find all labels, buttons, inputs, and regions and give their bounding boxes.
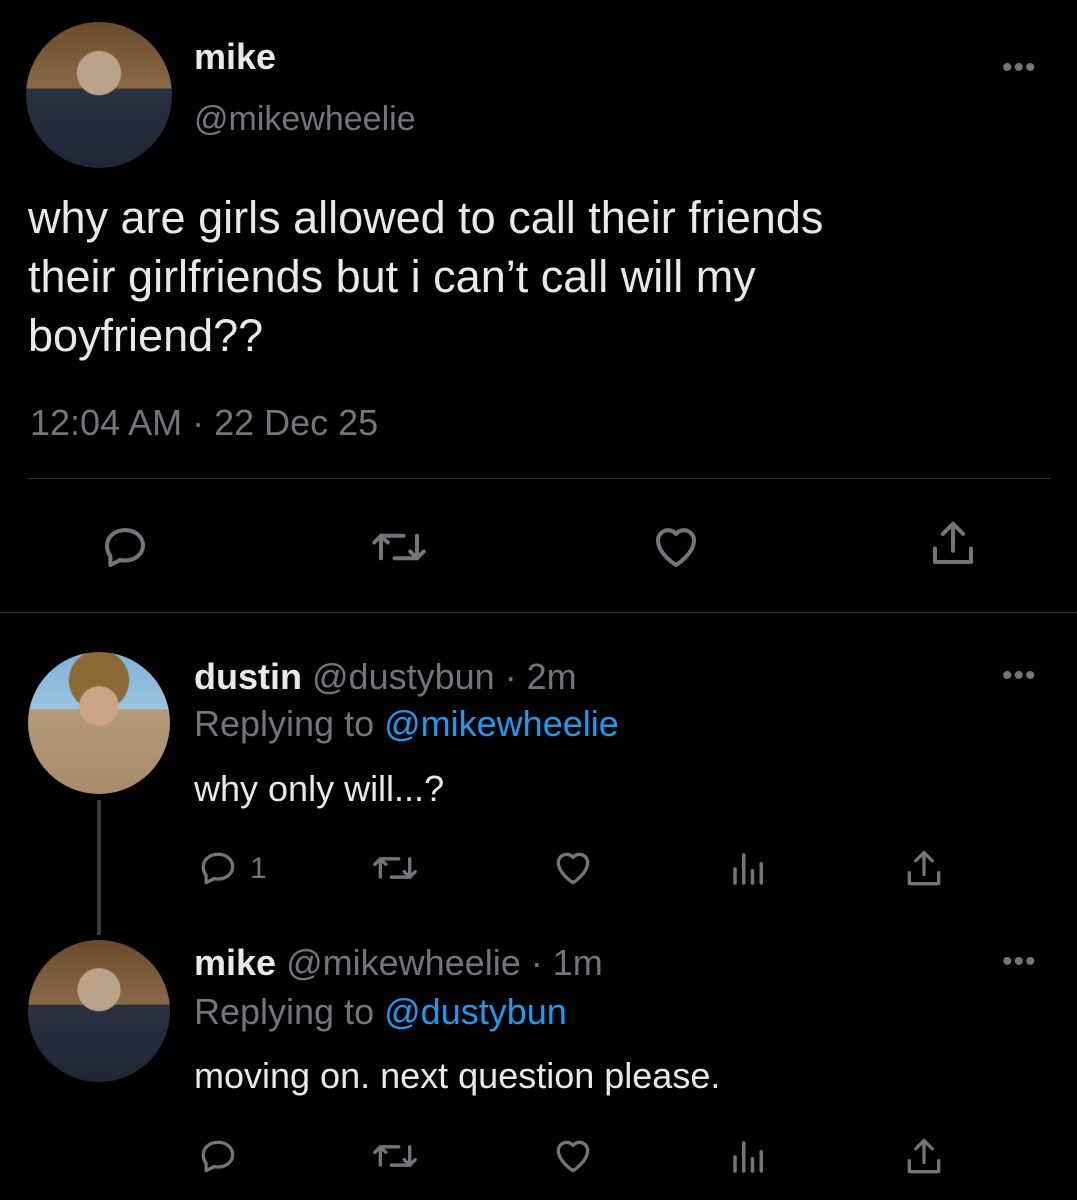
tweet-text-line: their girlfriends but i can’t call will … — [28, 251, 756, 302]
tweet-text: why are girls allowed to call their frie… — [28, 188, 823, 365]
replying-handle-link[interactable]: @mikewheelie — [384, 703, 619, 744]
replying-handle-link[interactable]: @dustybun — [384, 991, 567, 1032]
reply-time[interactable]: · 1m — [531, 942, 603, 983]
heart-icon[interactable] — [550, 846, 596, 890]
reply-header: dustin @dustybun · 2m — [194, 656, 577, 698]
replying-label: Replying to — [194, 991, 375, 1032]
tweet-text-line: boyfriend?? — [28, 310, 264, 361]
reply-text: moving on. next question please. — [194, 1055, 721, 1096]
reply-icon[interactable] — [196, 1134, 240, 1178]
display-name[interactable]: dustin — [194, 656, 302, 697]
more-options-icon[interactable]: ••• — [1002, 661, 1037, 691]
avatar[interactable] — [28, 940, 170, 1082]
retweet-icon[interactable] — [368, 520, 430, 574]
retweet-icon[interactable] — [370, 846, 420, 890]
views-icon[interactable] — [728, 848, 770, 890]
handle[interactable]: @mikewheelie — [286, 942, 521, 983]
replying-to: Replying to @dustybun — [194, 991, 567, 1033]
divider — [28, 478, 1050, 479]
more-options-icon[interactable]: ••• — [1002, 947, 1037, 977]
more-options-icon[interactable]: ••• — [1002, 53, 1037, 83]
avatar[interactable] — [28, 652, 170, 794]
share-icon[interactable] — [926, 516, 980, 572]
heart-icon[interactable] — [648, 520, 704, 574]
replying-label: Replying to — [194, 703, 375, 744]
share-icon[interactable] — [902, 846, 946, 892]
display-name[interactable]: mike — [194, 36, 276, 78]
views-icon[interactable] — [728, 1136, 770, 1178]
display-name[interactable]: mike — [194, 942, 276, 983]
reply-text: why only will...? — [194, 768, 445, 809]
reply-count: 1 — [250, 852, 267, 885]
replying-to: Replying to @mikewheelie — [194, 703, 619, 745]
timestamp[interactable]: 12:04 AM · 22 Dec 25 — [30, 402, 378, 444]
reply-icon[interactable] — [196, 846, 240, 890]
thread-line — [97, 800, 101, 935]
reply-icon[interactable] — [98, 520, 152, 574]
share-icon[interactable] — [902, 1134, 946, 1180]
tweet-text-line: why are girls allowed to call their frie… — [28, 192, 824, 243]
avatar[interactable] — [26, 22, 172, 168]
reply-time[interactable]: · 2m — [505, 656, 577, 697]
reply-header: mike @mikewheelie · 1m — [194, 942, 603, 984]
divider — [0, 612, 1077, 613]
heart-icon[interactable] — [550, 1134, 596, 1178]
retweet-icon[interactable] — [370, 1134, 420, 1178]
handle[interactable]: @mikewheelie — [194, 100, 416, 139]
handle[interactable]: @dustybun — [312, 656, 495, 697]
